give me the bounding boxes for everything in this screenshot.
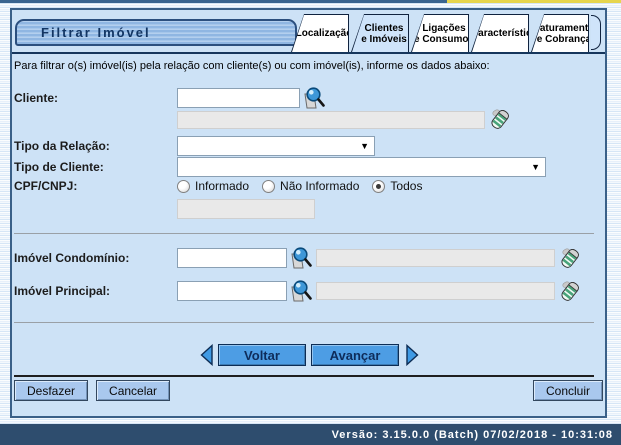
tab-caracteristica[interactable]: Característica bbox=[471, 14, 529, 52]
tab-label: Ligações bbox=[422, 23, 465, 34]
cliente-label: Cliente: bbox=[14, 91, 177, 105]
page-title: Filtrar Imóvel bbox=[15, 19, 297, 46]
arrow-left-icon[interactable] bbox=[200, 344, 213, 366]
tab-strip: Localização Clientes e Imóveis Ligações … bbox=[289, 14, 601, 52]
tipo-relacao-label: Tipo da Relação: bbox=[14, 139, 177, 153]
cliente-name-display bbox=[177, 111, 485, 129]
instruction-text: Para filtrar o(s) imóvel(is) pela relaçã… bbox=[14, 60, 490, 72]
tab-label-2: e Imóveis bbox=[361, 34, 407, 45]
radio-icon[interactable] bbox=[177, 180, 190, 193]
cpf-cnpj-value-display bbox=[177, 199, 315, 219]
version-footer: Versão: 3.15.0.0 (Batch) 07/02/2018 - 10… bbox=[0, 424, 621, 445]
window-top-accent bbox=[0, 0, 621, 3]
imovel-principal-desc-display bbox=[316, 282, 555, 300]
concluir-button[interactable]: Concluir bbox=[533, 380, 603, 401]
panel-header: Filtrar Imóvel Localização Clientes e Im… bbox=[12, 10, 605, 54]
cliente-erase-icon[interactable] bbox=[490, 108, 510, 131]
voltar-button[interactable]: Voltar bbox=[218, 344, 306, 366]
page-title-text: Filtrar Imóvel bbox=[41, 25, 151, 40]
tab-localizacao[interactable]: Localização bbox=[291, 14, 349, 52]
cliente-code-input[interactable] bbox=[177, 88, 300, 108]
radio-label: Informado bbox=[195, 179, 249, 193]
actions-divider bbox=[14, 375, 594, 377]
radio-informado[interactable]: Informado bbox=[177, 179, 249, 193]
tab-label-2: e Consumos bbox=[414, 34, 474, 45]
imovel-condominio-desc-display bbox=[316, 249, 555, 267]
tipo-cliente-label: Tipo de Cliente: bbox=[14, 160, 177, 174]
cliente-search-icon[interactable] bbox=[302, 86, 326, 110]
section-divider bbox=[14, 322, 594, 323]
chevron-down-icon: ▼ bbox=[360, 141, 374, 151]
imovel-condominio-code-input[interactable] bbox=[177, 248, 287, 268]
cancelar-button[interactable]: Cancelar bbox=[96, 380, 170, 401]
tipo-cliente-select[interactable]: ▼ bbox=[177, 157, 546, 177]
radio-nao-informado[interactable]: Não Informado bbox=[262, 179, 359, 193]
radio-icon[interactable] bbox=[262, 180, 275, 193]
tab-ligacoes-e-consumos[interactable]: Ligações e Consumos bbox=[411, 14, 469, 52]
tab-strip-end-cap bbox=[591, 15, 601, 50]
radio-todos[interactable]: Todos bbox=[372, 179, 422, 193]
tab-faturamento-e-cobranca[interactable]: Faturamento e Cobrança bbox=[531, 14, 589, 52]
imovel-principal-erase-icon[interactable] bbox=[560, 280, 580, 303]
radio-label: Não Informado bbox=[280, 179, 359, 193]
imovel-condominio-label: Imóvel Condomínio: bbox=[14, 251, 177, 265]
tab-label: Localização bbox=[296, 28, 353, 39]
form-area: Para filtrar o(s) imóvel(is) pela relaçã… bbox=[12, 54, 605, 414]
tab-label: Clientes bbox=[365, 23, 404, 34]
version-text: Versão: 3.15.0.0 (Batch) 07/02/2018 - 10… bbox=[332, 429, 613, 441]
imovel-principal-label: Imóvel Principal: bbox=[14, 284, 177, 298]
radio-icon[interactable] bbox=[372, 180, 385, 193]
tab-label: Faturamento bbox=[534, 23, 595, 34]
imovel-principal-search-icon[interactable] bbox=[289, 279, 313, 303]
tab-label: Característica bbox=[471, 28, 537, 39]
section-divider bbox=[14, 233, 594, 234]
filtrar-imovel-panel: Filtrar Imóvel Localização Clientes e Im… bbox=[10, 8, 607, 418]
arrow-right-icon[interactable] bbox=[406, 344, 419, 366]
imovel-condominio-erase-icon[interactable] bbox=[560, 247, 580, 270]
cpf-cnpj-label: CPF/CNPJ: bbox=[14, 179, 177, 193]
radio-label: Todos bbox=[390, 179, 422, 193]
imovel-condominio-search-icon[interactable] bbox=[289, 246, 313, 270]
avancar-button[interactable]: Avançar bbox=[311, 344, 399, 366]
tab-clientes-e-imoveis[interactable]: Clientes e Imóveis bbox=[351, 14, 409, 52]
tab-label-2: e Cobrança bbox=[537, 34, 591, 45]
imovel-principal-code-input[interactable] bbox=[177, 281, 287, 301]
desfazer-button[interactable]: Desfazer bbox=[14, 380, 88, 401]
tipo-relacao-select[interactable]: ▼ bbox=[177, 136, 375, 156]
chevron-down-icon: ▼ bbox=[531, 162, 545, 172]
